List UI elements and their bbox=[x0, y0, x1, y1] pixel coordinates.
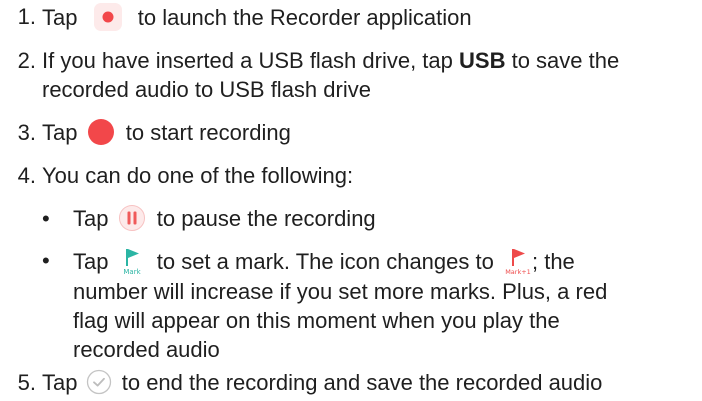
step-text: to start recording bbox=[125, 120, 291, 145]
step-number: 4. bbox=[17, 163, 36, 188]
bullet-text: flag will appear on this moment when you… bbox=[73, 308, 560, 333]
usb-label: USB bbox=[459, 48, 506, 73]
mark-icon-label: Mark bbox=[123, 268, 141, 276]
step-text: Tap bbox=[42, 4, 78, 30]
step-text: recorded audio to USB flash drive bbox=[42, 77, 371, 102]
step-text: If you have inserted a USB flash drive, … bbox=[42, 48, 453, 73]
bullet-text: recorded audio bbox=[73, 337, 220, 362]
step-number: 2. bbox=[17, 48, 36, 73]
bullet-text: to set a mark. The icon changes to bbox=[156, 248, 494, 274]
checkmark-icon[interactable] bbox=[86, 369, 112, 395]
step-number: 5. bbox=[17, 370, 36, 395]
step-text: to save the bbox=[511, 48, 620, 73]
step-text: to launch the Recorder application bbox=[137, 4, 472, 30]
record-button-icon[interactable] bbox=[87, 118, 115, 146]
bullet-text: ; the bbox=[531, 248, 575, 274]
mark-flag-icon[interactable]: Mark bbox=[118, 246, 146, 276]
bullet-text: number will increase if you set more mar… bbox=[73, 279, 608, 304]
recorder-app-icon[interactable] bbox=[93, 2, 123, 32]
bullet-text: Tap bbox=[73, 248, 109, 274]
step-number: 1. bbox=[17, 4, 36, 29]
step-text: Tap bbox=[42, 370, 78, 395]
pause-icon[interactable] bbox=[118, 204, 146, 232]
bullet-symbol: • bbox=[42, 248, 50, 273]
bullet-symbol: • bbox=[42, 206, 50, 231]
step-text: Tap bbox=[42, 120, 78, 145]
mark-plus-icon-label: Mark+1 bbox=[505, 268, 531, 276]
bullet-text: to pause the recording bbox=[156, 206, 376, 231]
mark-plus-one-flag-icon: Mark+1 bbox=[504, 246, 532, 276]
step-text: to end the recording and save the record… bbox=[121, 370, 603, 395]
step-number: 3. bbox=[17, 120, 36, 145]
bullet-text: Tap bbox=[73, 206, 109, 231]
step-text: You can do one of the following: bbox=[42, 163, 354, 188]
